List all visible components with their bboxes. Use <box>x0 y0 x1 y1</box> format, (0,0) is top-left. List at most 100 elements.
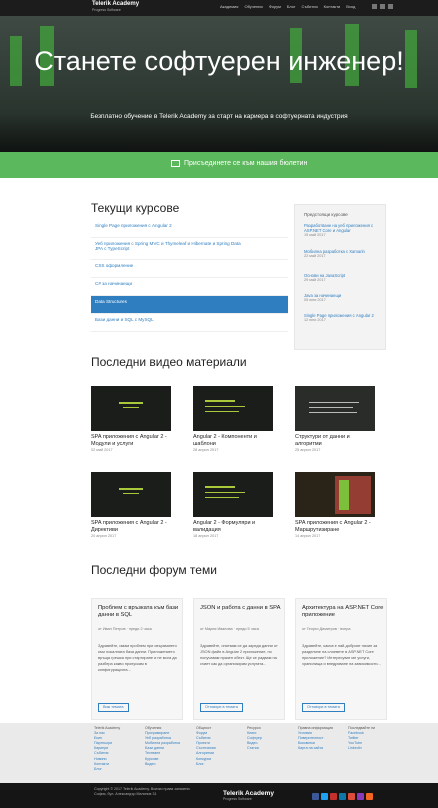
footer-social-icons <box>312 793 373 800</box>
bottom-bar: Copyright © 2017 Telerik Academy. Всички… <box>0 783 438 808</box>
footer-column: Ресурси Книги Софтуер Видео Статии <box>247 726 262 751</box>
forum-card: Проблем с връзката към бази данни в SQL … <box>91 598 183 720</box>
nav-item[interactable]: Събития <box>302 4 318 9</box>
upcoming-date: 22 май 2017 <box>304 254 326 258</box>
video-card[interactable]: Структури от данни и алгоритми 25 април … <box>295 386 375 452</box>
upcoming-date: 15 май 2017 <box>304 233 326 237</box>
course-label: Data Structures <box>95 299 127 304</box>
footer-link[interactable]: Блог <box>196 762 216 767</box>
newsletter-label: Присъединете се към нашия бюлетин <box>184 160 308 167</box>
forum-title[interactable]: JSON и работа с данни в SPA <box>200 605 282 612</box>
top-navbar: Telerik Academy Progress Software Академ… <box>0 0 438 16</box>
forum-excerpt: Здравейте, опитвам се да заредя данни от… <box>200 643 278 666</box>
video-thumbnail[interactable] <box>193 472 273 517</box>
footer-link[interactable]: LinkedIn <box>348 746 375 751</box>
copyright: Copyright © 2017 Telerik Academy. Всички… <box>94 787 214 797</box>
video-title[interactable]: Angular 2 - Формуляри и валидация <box>193 520 273 533</box>
instagram-icon[interactable] <box>357 793 364 800</box>
forum-card: Архитектура на ASP.NET Core приложение о… <box>295 598 387 720</box>
course-item[interactable]: CSS оформление <box>91 260 288 278</box>
forum-title[interactable]: Проблем с връзката към бази данни в SQL <box>98 605 180 619</box>
video-date: 14 април 2017 <box>295 534 321 538</box>
upcoming-date: 29 май 2017 <box>304 278 326 282</box>
course-label: CSS оформление <box>95 263 134 268</box>
rss-icon[interactable] <box>366 793 373 800</box>
youtube-icon[interactable] <box>330 793 337 800</box>
nav-item-login[interactable]: Вход <box>346 4 355 9</box>
footer-link[interactable]: Блог <box>94 767 120 772</box>
brand-tagline: Progress Software <box>92 8 121 12</box>
video-thumbnail[interactable] <box>91 472 171 517</box>
forum-title[interactable]: Архитектура на ASP.NET Core приложение <box>302 605 384 619</box>
course-item[interactable]: Single Page приложения с Angular 2 <box>91 220 288 238</box>
forum-excerpt: Здравейте, какъв е най-добрият начин за … <box>302 643 381 666</box>
nav-item[interactable]: Академия <box>220 4 238 9</box>
video-title[interactable]: SPA приложения с Angular 2 - Директиви <box>91 520 171 533</box>
video-title[interactable]: SPA приложения с Angular 2 - Маршрутизир… <box>295 520 375 533</box>
upcoming-item[interactable]: Single Page приложения с Angular 2 12 юн… <box>304 313 380 322</box>
course-label: C# за начинаещи <box>95 281 133 286</box>
facebook-icon[interactable] <box>372 4 377 9</box>
footer-link[interactable]: Видео <box>145 762 180 767</box>
copyright-text: Copyright © 2017 Telerik Academy. Всички… <box>94 787 191 791</box>
video-card[interactable]: SPA приложения с Angular 2 - Маршрутизир… <box>295 472 375 538</box>
footer-link[interactable]: Статии <box>247 746 262 751</box>
newsletter-bar[interactable]: Присъединете се към нашия бюлетин <box>0 152 438 178</box>
forum-reply-button[interactable]: Отговори в темата <box>302 703 345 712</box>
youtube-icon[interactable] <box>388 4 393 9</box>
hero-title: Станете софтуерен инженер! <box>34 46 404 76</box>
video-date: 02 май 2017 <box>91 448 113 452</box>
envelope-icon <box>171 160 180 167</box>
linkedin-icon[interactable] <box>339 793 346 800</box>
google-plus-icon[interactable] <box>348 793 355 800</box>
video-card[interactable]: Angular 2 - Формуляри и валидация 18 апр… <box>193 472 273 538</box>
video-thumbnail[interactable] <box>91 386 171 431</box>
nav-item[interactable]: Обучения <box>244 4 262 9</box>
twitter-icon[interactable] <box>321 793 328 800</box>
course-item[interactable]: C# за начинаещи <box>91 278 288 296</box>
forum-view-button[interactable]: Виж темата <box>98 703 129 712</box>
footer-logo-text: Telerik Academy <box>223 790 274 797</box>
course-item-active[interactable]: Data Structures <box>91 296 288 314</box>
video-thumbnail[interactable] <box>193 386 273 431</box>
course-label: Single Page приложения с Angular 2 <box>95 223 172 228</box>
main-menu: Академия Обучения Форум Блог Събития Кон… <box>220 4 355 9</box>
upcoming-item[interactable]: Разработване на уеб приложения с ASP.NET… <box>304 223 380 237</box>
footer-logo[interactable]: Telerik Academy Progress Software <box>223 790 274 801</box>
footer-column: Общност Форум Събития Проекти Състезания… <box>196 726 216 767</box>
brand-logo[interactable]: Telerik Academy Progress Software <box>92 1 139 12</box>
nav-item[interactable]: Блог <box>287 4 296 9</box>
hero-subtitle: Безплатно обучение в Telerik Academy за … <box>90 113 348 120</box>
video-card[interactable]: SPA приложения с Angular 2 - Директиви 2… <box>91 472 171 538</box>
video-card[interactable]: Angular 2 - Компоненти и шаблони 28 апри… <box>193 386 273 452</box>
upcoming-item[interactable]: Мобилна разработка с Xamarin 22 май 2017 <box>304 249 380 258</box>
upcoming-date: 05 юни 2017 <box>304 298 326 302</box>
forum-meta: от Мария Иванова · преди 5 часа <box>200 627 259 631</box>
forum-meta: от Иван Петров · преди 2 часа <box>98 627 152 631</box>
video-title[interactable]: SPA приложения с Angular 2 - Модули и ус… <box>91 434 171 447</box>
footer-logo-sub: Progress Software <box>223 797 252 801</box>
footer-link[interactable]: Алгоритми <box>196 751 216 756</box>
nav-item[interactable]: Форум <box>269 4 281 9</box>
footer-links: Telerik Academy За нас Екип Партньори Ка… <box>0 723 438 783</box>
footer-link[interactable]: Карта на сайта <box>298 746 333 751</box>
upcoming-date: 12 юни 2017 <box>304 318 326 322</box>
video-thumbnail[interactable] <box>295 386 375 431</box>
facebook-icon[interactable] <box>312 793 319 800</box>
video-title[interactable]: Angular 2 - Компоненти и шаблони <box>193 434 273 447</box>
upcoming-item[interactable]: Java за начинаещи 05 юни 2017 <box>304 293 380 302</box>
twitter-icon[interactable] <box>380 4 385 9</box>
course-item[interactable]: Бази данни и SQL с MySQL <box>91 314 288 332</box>
nav-item[interactable]: Контакти <box>324 4 341 9</box>
forum-meta: от Георги Димитров · вчера <box>302 627 351 631</box>
video-title[interactable]: Структури от данни и алгоритми <box>295 434 375 447</box>
video-thumbnail[interactable] <box>295 472 375 517</box>
course-item[interactable]: Уеб приложения с Spring MVC и Thymeleaf … <box>91 238 288 260</box>
video-card[interactable]: SPA приложения с Angular 2 - Модули и ус… <box>91 386 171 452</box>
nav-social-icons <box>372 4 393 9</box>
upcoming-item[interactable]: Основи на JavaScript 29 май 2017 <box>304 273 380 282</box>
hero-banner: Станете софтуерен инженер! Безплатно обу… <box>0 16 438 152</box>
forum-reply-button[interactable]: Отговори в темата <box>200 703 243 712</box>
upcoming-courses-panel: Предстоящи курсове Разработване на уеб п… <box>294 204 386 350</box>
video-date: 25 април 2017 <box>295 448 321 452</box>
